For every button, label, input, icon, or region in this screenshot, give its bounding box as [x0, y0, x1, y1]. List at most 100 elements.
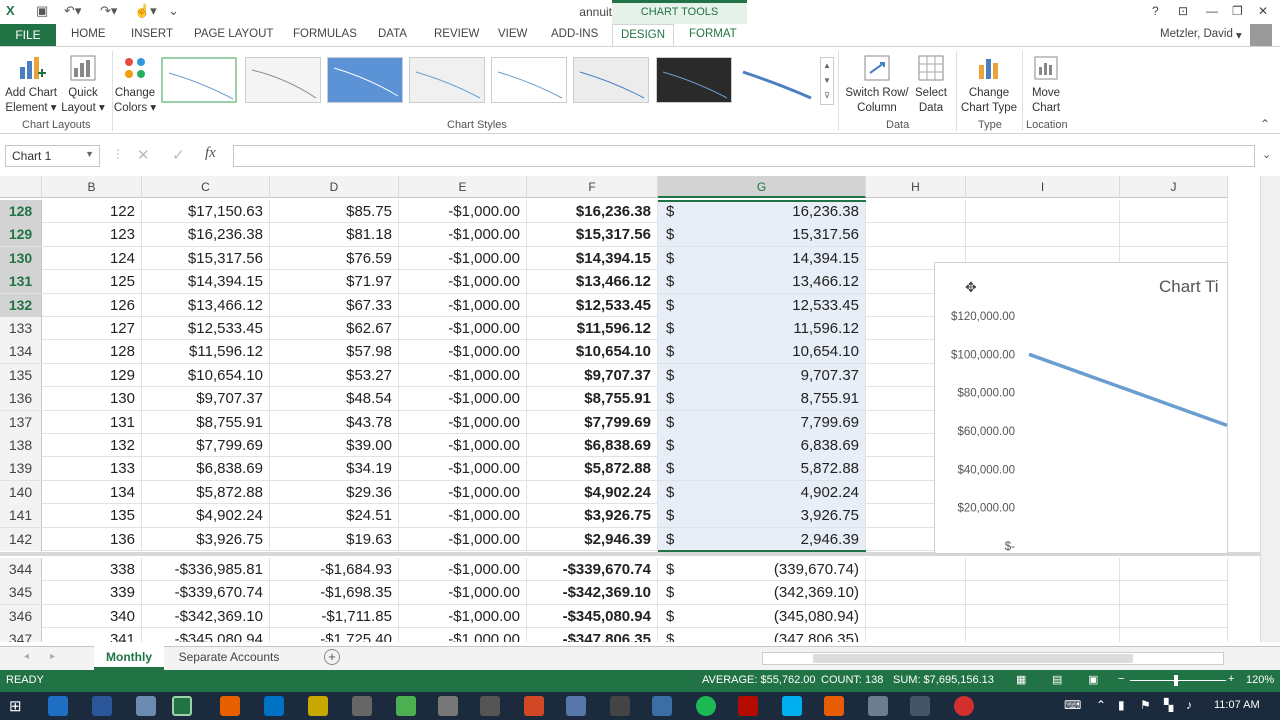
cell-f[interactable]: $4,902.24 [527, 480, 658, 504]
cell-g[interactable]: $ (339,670.74) [658, 558, 866, 581]
row-header[interactable]: 135 [0, 363, 42, 387]
tab-formulas[interactable]: FORMULAS [293, 28, 357, 40]
cell-e[interactable]: -$1,000.00 [399, 457, 527, 481]
cell-h[interactable] [866, 223, 966, 247]
cell-e[interactable]: -$1,000.00 [399, 387, 527, 411]
row-header[interactable]: 128 [0, 200, 42, 223]
cell-f[interactable]: $9,707.37 [527, 363, 658, 387]
cell-b[interactable]: 126 [42, 293, 142, 317]
zoom-in-icon[interactable]: + [1228, 673, 1234, 685]
cell-f[interactable]: -$339,670.74 [527, 558, 658, 581]
cell-c[interactable]: -$339,670.74 [142, 581, 270, 605]
ribbon-display-icon[interactable]: ⊡ [1178, 4, 1188, 18]
cell-g[interactable]: $9,707.37 [658, 363, 866, 387]
cell-i[interactable] [966, 604, 1120, 628]
cell-e[interactable]: -$1,000.00 [399, 317, 527, 340]
zoom-level[interactable]: 120% [1246, 674, 1274, 686]
cell-j[interactable] [1120, 223, 1228, 247]
cell-c[interactable]: $8,755.91 [142, 410, 270, 434]
cell-c[interactable]: $14,394.15 [142, 270, 270, 294]
cell-f[interactable]: $3,926.75 [527, 504, 658, 528]
keyboard-icon[interactable]: ⌨ [1064, 698, 1081, 712]
cell-d[interactable]: -$1,698.35 [270, 581, 399, 605]
file-explorer-icon[interactable] [136, 696, 156, 716]
row-header[interactable]: 142 [0, 527, 42, 551]
excel-taskbar-icon[interactable] [172, 696, 192, 716]
chart-style-5[interactable] [491, 57, 567, 103]
cell-d[interactable]: $34.19 [270, 457, 399, 481]
cell-b[interactable]: 129 [42, 363, 142, 387]
app-icon-10[interactable] [910, 696, 930, 716]
tab-view[interactable]: VIEW [498, 28, 527, 40]
cell-j[interactable] [1120, 558, 1228, 581]
app-icon-1[interactable] [308, 696, 328, 716]
app-icon-5[interactable] [566, 696, 586, 716]
app-icon-2[interactable] [352, 696, 372, 716]
cell-e[interactable]: -$1,000.00 [399, 363, 527, 387]
cell-d[interactable]: $71.97 [270, 270, 399, 294]
cell-e[interactable]: -$1,000.00 [399, 558, 527, 581]
app-icon-3[interactable] [438, 696, 458, 716]
chart-style-6[interactable] [573, 57, 649, 103]
cell-d[interactable]: $62.67 [270, 317, 399, 340]
row-header[interactable]: 129 [0, 223, 42, 247]
normal-view-icon[interactable]: ▦ [1016, 673, 1026, 686]
new-sheet-icon[interactable]: + [324, 649, 340, 665]
cell-g[interactable]: $6,838.69 [658, 434, 866, 457]
select-all-corner[interactable] [0, 176, 42, 198]
tab-design[interactable]: DESIGN [612, 24, 674, 46]
cell-f[interactable]: -$347,806.35 [527, 628, 658, 642]
tab-insert[interactable]: INSERT [131, 28, 173, 40]
cell-h[interactable] [866, 200, 966, 223]
chart-style-1[interactable] [161, 57, 237, 103]
cell-i[interactable] [966, 581, 1120, 605]
cell-h[interactable] [866, 604, 966, 628]
chart-style-4[interactable] [409, 57, 485, 103]
col-header-h[interactable]: H [866, 176, 966, 198]
chart-styles-scroll[interactable]: ▲ ▼ ⊽ [820, 57, 834, 105]
cell-c[interactable]: -$345,080.94 [142, 628, 270, 642]
restore-icon[interactable]: ❐ [1232, 4, 1243, 18]
cell-c[interactable]: $17,150.63 [142, 200, 270, 223]
row-header[interactable]: 131 [0, 270, 42, 294]
row-header[interactable]: 130 [0, 246, 42, 270]
word-icon[interactable] [92, 696, 112, 716]
acrobat-icon[interactable] [738, 696, 758, 716]
row-header[interactable]: 141 [0, 504, 42, 528]
app-icon-6[interactable] [610, 696, 630, 716]
cell-c[interactable]: $9,707.37 [142, 387, 270, 411]
zoom-out-icon[interactable]: − [1118, 673, 1124, 685]
row-header[interactable]: 344 [0, 558, 42, 581]
chart-object[interactable]: ✥ Chart Ti $120,000.00 $100,000.00 $80,000… [934, 262, 1228, 554]
change-colors-button[interactable]: Change Colors ▾ [112, 53, 158, 116]
insert-function-icon[interactable]: fx [205, 145, 216, 162]
cell-e[interactable]: -$1,000.00 [399, 293, 527, 317]
outlook-icon[interactable] [264, 696, 284, 716]
cell-e[interactable]: -$1,000.00 [399, 434, 527, 457]
row-header[interactable]: 137 [0, 410, 42, 434]
cell-f[interactable]: -$345,080.94 [527, 604, 658, 628]
cancel-icon[interactable]: ✕ [137, 146, 150, 164]
cell-c[interactable]: $16,236.38 [142, 223, 270, 247]
cell-c[interactable]: $3,926.75 [142, 527, 270, 551]
cell-c[interactable]: $12,533.45 [142, 317, 270, 340]
cell-c[interactable]: -$336,985.81 [142, 558, 270, 581]
minimize-icon[interactable]: — [1206, 4, 1218, 18]
cell-b[interactable]: 128 [42, 340, 142, 364]
col-header-c[interactable]: C [142, 176, 270, 198]
cell-f[interactable]: $15,317.56 [527, 223, 658, 247]
cell-g[interactable]: $2,946.39 [658, 527, 866, 551]
sheet-tab-monthly[interactable]: Monthly [94, 646, 164, 670]
volume-icon[interactable]: ♪ [1186, 698, 1192, 712]
spotify-icon[interactable] [696, 696, 716, 716]
cell-g[interactable]: $8,755.91 [658, 387, 866, 411]
cell-c[interactable]: $13,466.12 [142, 293, 270, 317]
app-icon-11[interactable] [954, 696, 974, 716]
tab-home[interactable]: HOME [71, 28, 106, 40]
tray-up-icon[interactable]: ⌃ [1096, 698, 1106, 712]
cell-e[interactable]: -$1,000.00 [399, 223, 527, 247]
collapse-ribbon-icon[interactable]: ⌃ [1260, 117, 1270, 131]
cell-f[interactable]: $6,838.69 [527, 434, 658, 457]
cell-h[interactable] [866, 558, 966, 581]
cell-b[interactable]: 133 [42, 457, 142, 481]
